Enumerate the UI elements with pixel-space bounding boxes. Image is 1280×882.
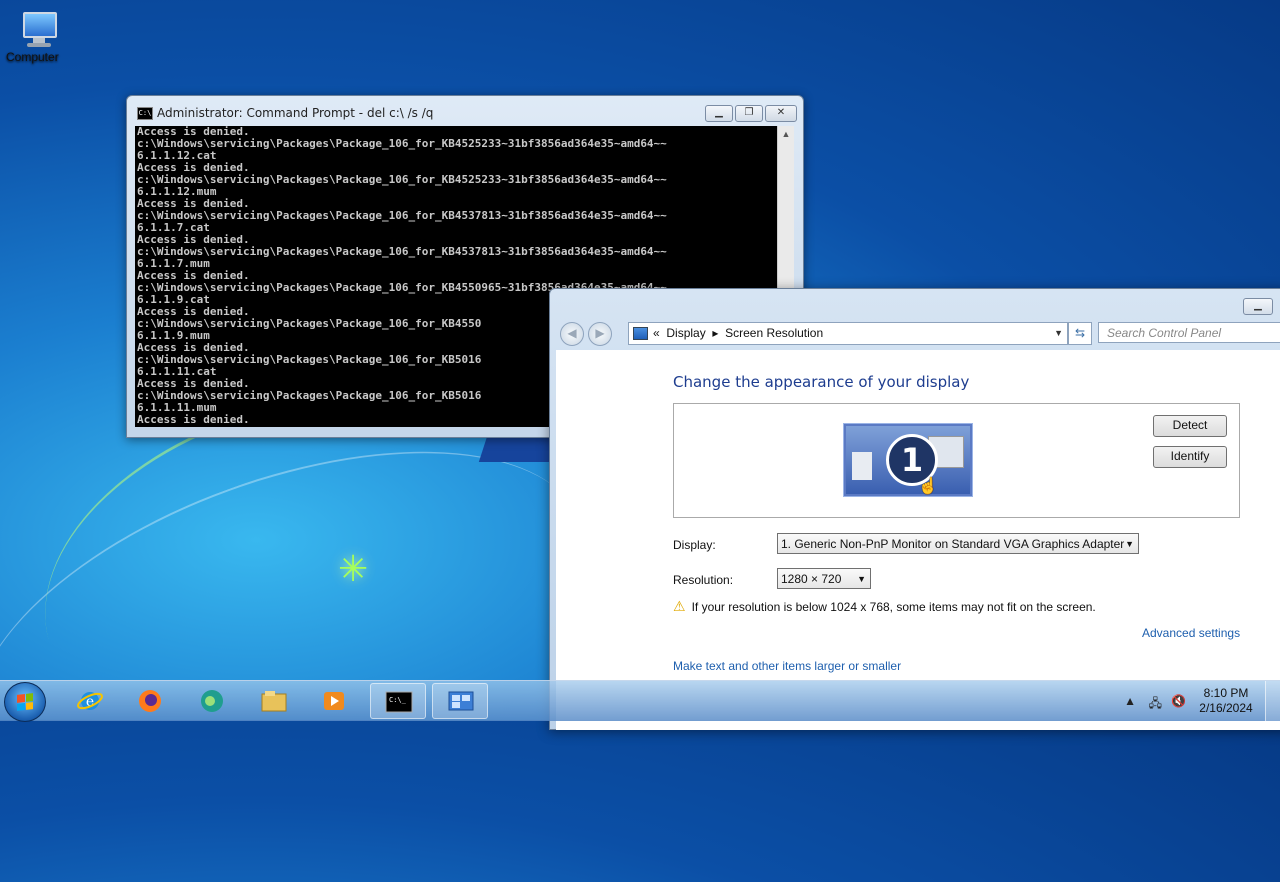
- show-desktop-button[interactable]: [1265, 681, 1280, 721]
- resolution-select[interactable]: 1280 × 720 ▼: [777, 568, 871, 589]
- monitor-arrangement-area: 1 ☝ Detect Identify: [673, 403, 1240, 518]
- clock-time: 8:10 PM: [1203, 686, 1249, 700]
- warning-text: If your resolution is below 1024 x 768, …: [691, 600, 1096, 614]
- start-button[interactable]: [4, 682, 46, 722]
- cmd-restore-button[interactable]: ❐: [735, 105, 763, 122]
- cp-navigation-bar: ◀ ▶ « Display ▸ Screen Resolution ▼ ⇆ Se…: [550, 319, 1280, 349]
- monitor-1-thumbnail[interactable]: 1 ☝: [844, 424, 972, 496]
- desktop-icon-computer[interactable]: Computer: [6, 8, 68, 64]
- page-title: Change the appearance of your display: [673, 373, 970, 391]
- clock-date: 2/16/2024: [1199, 701, 1253, 715]
- resolution-select-value: 1280 × 720: [781, 572, 842, 586]
- search-input[interactable]: Search Control Panel: [1098, 322, 1280, 343]
- cmd-close-button[interactable]: ✕: [765, 105, 797, 122]
- breadcrumb-overflow[interactable]: «: [653, 326, 660, 340]
- media-player-icon: [324, 692, 344, 710]
- taskbar-file-explorer[interactable]: [246, 683, 302, 719]
- display-label: Display:: [673, 538, 716, 552]
- breadcrumb-separator-icon: ▸: [712, 326, 719, 340]
- network-icon[interactable]: 🖧: [1149, 694, 1162, 715]
- address-bar[interactable]: « Display ▸ Screen Resolution ▼: [628, 322, 1068, 345]
- warning-icon: ⚠: [673, 598, 686, 614]
- scroll-up-arrow-icon[interactable]: ▲: [778, 126, 794, 142]
- display-select[interactable]: 1. Generic Non-PnP Monitor on Standard V…: [777, 533, 1139, 554]
- volume-muted-icon[interactable]: 🔇: [1171, 694, 1186, 708]
- show-hidden-icons-icon[interactable]: ▲: [1124, 694, 1136, 708]
- clock[interactable]: 8:10 PM 2/16/2024: [1190, 686, 1262, 716]
- command-prompt-icon: C:\_: [385, 691, 413, 713]
- refresh-icon[interactable]: ⇆: [1068, 322, 1092, 345]
- hand-cursor-icon: ☝: [918, 478, 938, 495]
- cmd-minimize-button[interactable]: ▁: [705, 105, 733, 122]
- computer-icon: [15, 8, 59, 48]
- breadcrumb-screen-resolution[interactable]: Screen Resolution: [725, 326, 823, 340]
- file-explorer-icon: [261, 691, 287, 712]
- control-panel-icon: [633, 327, 648, 340]
- breadcrumb-display[interactable]: Display: [666, 326, 705, 340]
- edge-icon: [201, 690, 223, 712]
- taskbar-firefox[interactable]: [122, 683, 178, 719]
- cmd-window-title: Administrator: Command Prompt - del c:\ …: [157, 106, 434, 120]
- forward-button[interactable]: ▶: [588, 322, 612, 346]
- cp-content: Change the appearance of your display 1 …: [556, 350, 1280, 730]
- resolution-label: Resolution:: [673, 573, 734, 587]
- cmd-title-bar[interactable]: C:\ Administrator: Command Prompt - del …: [127, 96, 803, 126]
- svg-text:C:\_: C:\_: [389, 696, 407, 704]
- control-panel-icon: [448, 691, 474, 711]
- chevron-down-icon: ▼: [1125, 539, 1134, 549]
- text-size-link[interactable]: Make text and other items larger or smal…: [673, 659, 901, 673]
- taskbar-control-panel[interactable]: [432, 683, 488, 719]
- internet-explorer-icon: e: [77, 692, 103, 710]
- taskbar-media-player[interactable]: [306, 683, 362, 719]
- taskbar-edge[interactable]: [184, 683, 240, 719]
- advanced-settings-link[interactable]: Advanced settings: [1142, 626, 1240, 640]
- taskbar-command-prompt[interactable]: C:\_: [370, 683, 426, 719]
- identify-button[interactable]: Identify: [1153, 446, 1227, 468]
- cmd-app-icon: C:\: [137, 107, 153, 120]
- taskbar-internet-explorer[interactable]: e: [62, 683, 118, 719]
- taskbar: e C:\_ ▲ 🖧 🔇 8:10 PM 2/16/2024: [0, 680, 1280, 722]
- control-panel-window[interactable]: ▁ ◀ ▶ « Display ▸ Screen Resolution ▼ ⇆ …: [549, 288, 1280, 730]
- cp-minimize-button[interactable]: ▁: [1243, 298, 1273, 315]
- address-dropdown-icon[interactable]: ▼: [1054, 323, 1063, 343]
- chevron-down-icon: ▼: [857, 574, 866, 584]
- windows-logo-icon: [17, 693, 33, 711]
- detect-button[interactable]: Detect: [1153, 415, 1227, 437]
- firefox-icon: [139, 690, 161, 712]
- display-select-value: 1. Generic Non-PnP Monitor on Standard V…: [781, 537, 1125, 551]
- desktop-icon-label: Computer: [6, 50, 59, 64]
- resolution-warning: ⚠ If your resolution is below 1024 x 768,…: [673, 598, 1096, 615]
- back-button[interactable]: ◀: [560, 322, 584, 346]
